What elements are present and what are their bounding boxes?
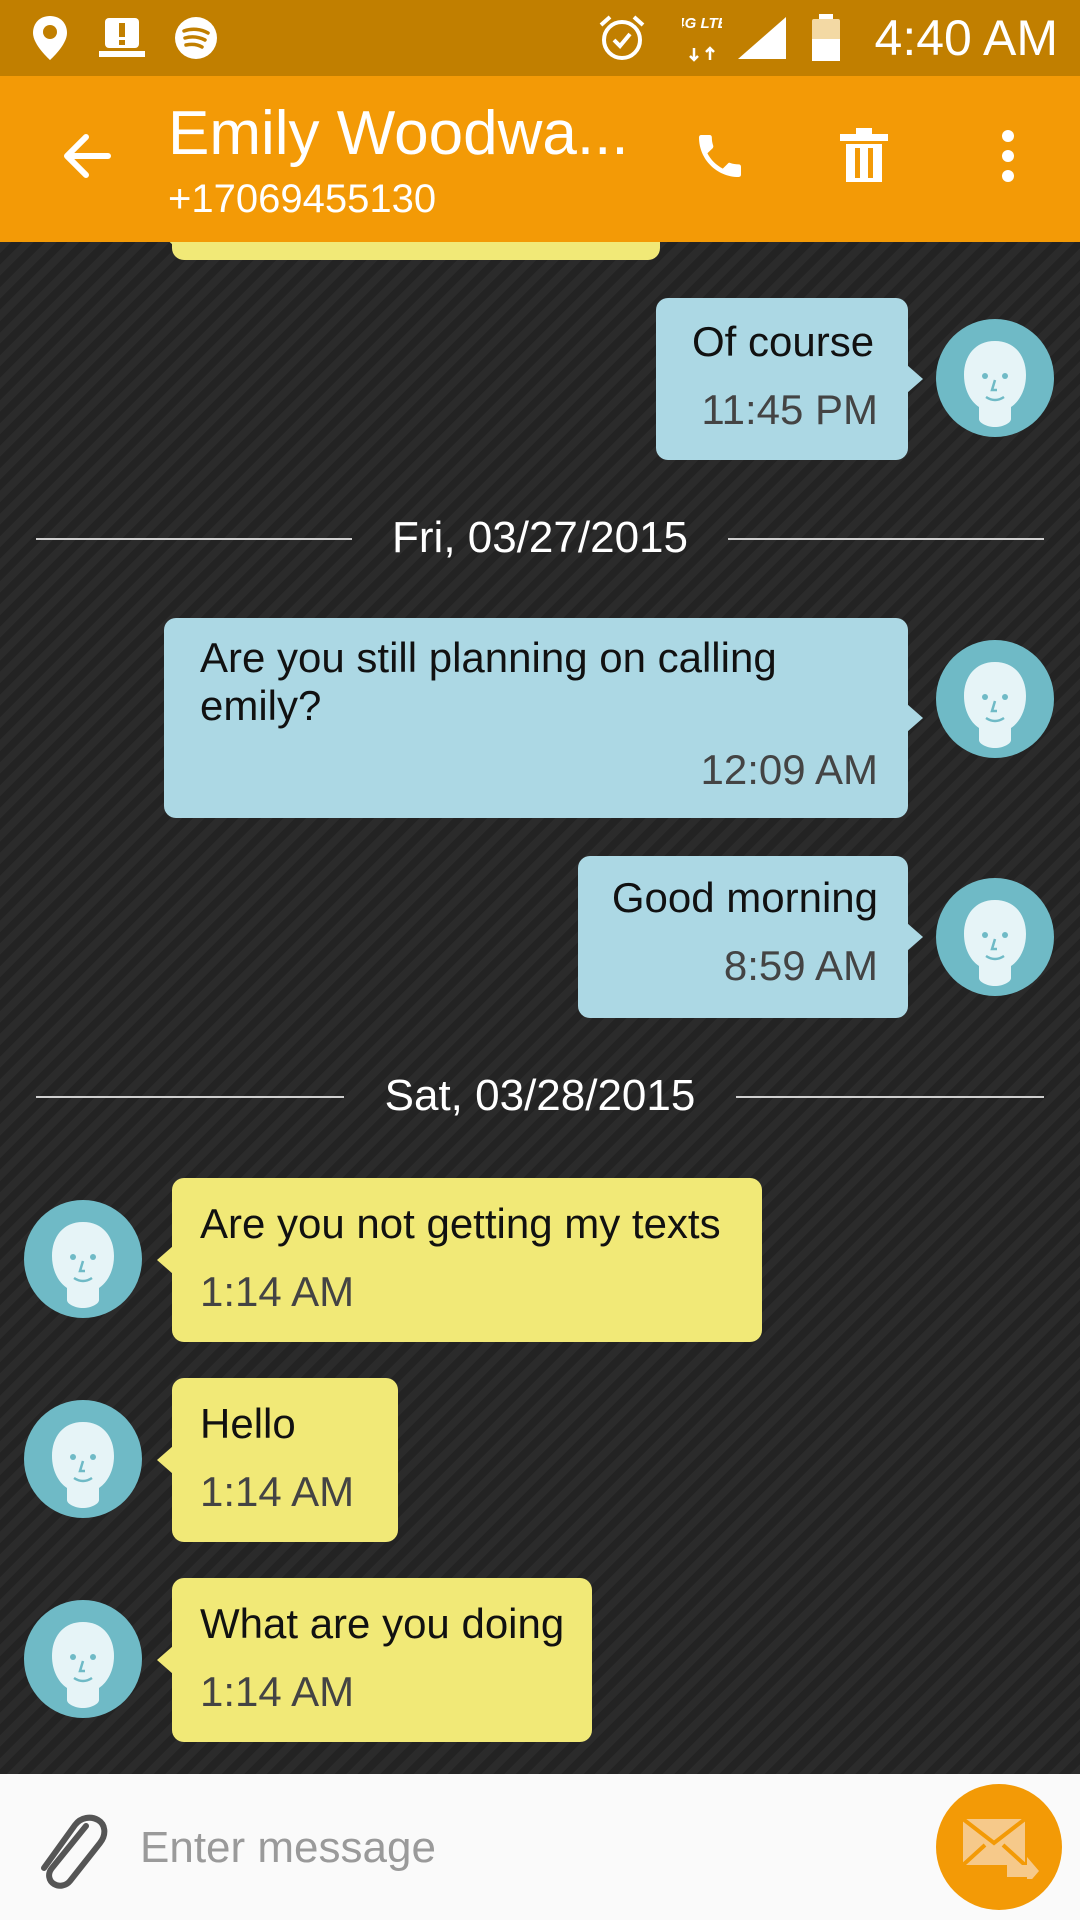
delete-icon[interactable] (828, 120, 900, 192)
avatar-icon[interactable] (936, 878, 1054, 996)
avatar-icon[interactable] (24, 1400, 142, 1518)
avatar-icon[interactable] (24, 1600, 142, 1718)
date-label: Sat, 03/28/2015 (384, 1071, 696, 1120)
message-bubble-incoming[interactable]: What are you doing 1:14 AM (157, 1578, 592, 1742)
date-separator: Fri, 03/27/2015 (36, 508, 1044, 568)
status-bar: 4G LTE 4:40 AM (0, 0, 1080, 76)
call-icon[interactable] (684, 120, 756, 192)
send-button[interactable] (936, 1784, 1062, 1910)
spotify-icon (170, 12, 222, 64)
signal-icon (736, 12, 788, 64)
message-text: Hello (200, 1400, 296, 1447)
more-icon[interactable] (972, 120, 1044, 192)
network-4g-text: 4G LTE (682, 15, 722, 32)
message-time: 1:14 AM (200, 1668, 355, 1715)
message-time: 1:14 AM (200, 1468, 355, 1515)
alert-icon (96, 12, 148, 64)
message-time: 12:09 AM (700, 746, 878, 793)
message-bubble-incoming[interactable]: Hello 1:14 AM (157, 1378, 398, 1542)
back-arrow-icon[interactable] (52, 120, 124, 192)
attach-icon[interactable] (28, 1804, 108, 1894)
message-time: 8:59 AM (723, 942, 878, 989)
contact-number: +17069455130 (168, 177, 437, 221)
message-bubble-outgoing[interactable]: Are you still planning on calling emily?… (164, 618, 923, 818)
message-bubble-outgoing[interactable]: Of course 11:45 PM (656, 298, 923, 460)
message-bubble-outgoing[interactable]: Good morning 8:59 AM (578, 856, 923, 1018)
status-time: 4:40 AM (874, 10, 1058, 66)
message-time: 11:45 PM (701, 386, 878, 433)
contact-name[interactable]: Emily Woodwa... (168, 96, 629, 172)
date-label: Fri, 03/27/2015 (392, 513, 688, 562)
4g-lte-icon: 4G LTE (676, 12, 728, 64)
message-text: Of course (692, 318, 875, 365)
date-separator: Sat, 03/28/2015 (36, 1066, 1044, 1126)
message-time: 1:14 AM (200, 1268, 355, 1315)
message-text: Are you not getting my texts (200, 1200, 721, 1247)
message-list[interactable]: Of course 11:45 PM Fri, 03/27/2015 Are y… (0, 242, 1080, 1774)
send-icon (961, 1817, 1039, 1879)
message-input[interactable] (138, 1812, 902, 1884)
battery-icon (800, 12, 852, 64)
alarm-icon (596, 12, 648, 64)
avatar-icon[interactable] (936, 319, 1054, 437)
message-text: Are you still planning on calling emily? (200, 634, 777, 729)
avatar-icon[interactable] (24, 1200, 142, 1318)
message-text: Good morning (611, 874, 878, 921)
avatar-icon[interactable] (936, 640, 1054, 758)
conversation-header: Emily Woodwa... +17069455130 (0, 76, 1080, 242)
message-text: What are you doing (200, 1600, 565, 1647)
message-bubble-incoming[interactable]: Are you not getting my texts 1:14 AM (157, 1178, 762, 1342)
message-bubble-partial[interactable] (157, 242, 660, 260)
compose-bar (0, 1774, 1080, 1920)
location-icon (24, 12, 76, 64)
